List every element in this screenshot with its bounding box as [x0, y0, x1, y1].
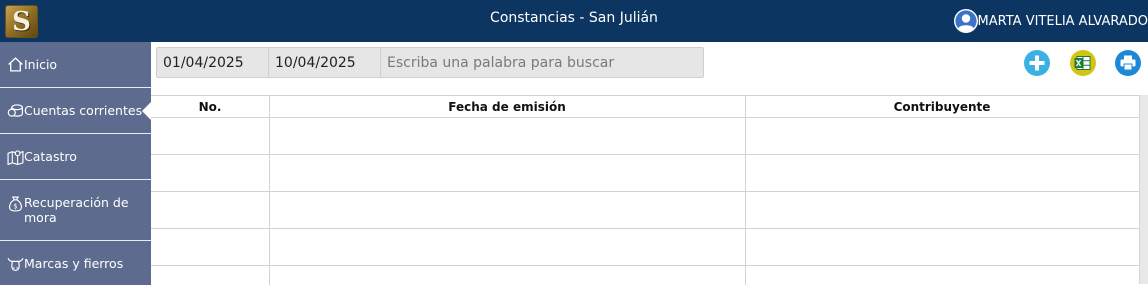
excel-icon — [1074, 56, 1091, 70]
table-row[interactable] — [151, 118, 1139, 155]
cattle-icon — [7, 257, 24, 271]
table-row[interactable] — [151, 155, 1139, 192]
table-scrollbar[interactable] — [1139, 95, 1148, 284]
data-table: No. Fecha de emisión Contribuyente — [151, 95, 1139, 285]
user-avatar-icon — [953, 9, 978, 33]
top-bar: S Constancias - San Julián MARTA VITELIA… — [0, 0, 1148, 42]
print-button[interactable] — [1115, 50, 1141, 76]
sidebar-item-recuperacion-de-mora[interactable]: $ Recuperación de mora — [0, 180, 151, 241]
sidebar-item-catastro[interactable]: Catastro — [0, 134, 151, 180]
column-divider — [745, 96, 746, 285]
column-divider — [269, 96, 270, 285]
column-header-fecha-emision[interactable]: Fecha de emisión — [269, 96, 745, 118]
sidebar-item-label: Inicio — [24, 57, 58, 72]
svg-text:$: $ — [13, 202, 17, 210]
coins-icon — [7, 104, 23, 117]
sidebar-item-label: Cuentas corrientes — [24, 103, 143, 118]
column-header-contribuyente[interactable]: Contribuyente — [745, 96, 1139, 118]
sidebar-item-label: Recuperación de mora — [24, 195, 129, 225]
sidebar-item-marcas-y-fierros[interactable]: Marcas y fierros — [0, 241, 151, 285]
print-icon — [1120, 55, 1136, 71]
table-row[interactable] — [151, 229, 1139, 266]
export-excel-button[interactable] — [1070, 50, 1096, 76]
table-header: No. Fecha de emisión Contribuyente — [151, 96, 1139, 118]
sidebar: Inicio Cuentas corrientes Catastro $ Rec… — [0, 42, 151, 285]
plus-circle-icon — [1029, 55, 1045, 71]
date-from-input[interactable] — [157, 48, 269, 77]
column-header-no[interactable]: No. — [151, 96, 269, 118]
user-menu[interactable]: MARTA VITELIA ALVARADO — [953, 9, 1148, 33]
map-pin-icon — [7, 150, 24, 165]
table-row[interactable] — [151, 192, 1139, 229]
sidebar-item-label: Catastro — [24, 149, 77, 164]
money-bag-icon: $ — [8, 196, 23, 212]
home-icon — [8, 57, 23, 72]
sidebar-item-label: Marcas y fierros — [24, 255, 124, 271]
search-input[interactable] — [381, 48, 703, 77]
sidebar-item-cuentas-corrientes[interactable]: Cuentas corrientes — [0, 88, 151, 134]
filter-bar — [156, 47, 704, 78]
add-button[interactable] — [1024, 50, 1050, 76]
date-to-input[interactable] — [269, 48, 381, 77]
active-indicator — [142, 101, 151, 120]
user-name: MARTA VITELIA ALVARADO — [977, 13, 1148, 29]
sidebar-item-inicio[interactable]: Inicio — [0, 42, 151, 88]
